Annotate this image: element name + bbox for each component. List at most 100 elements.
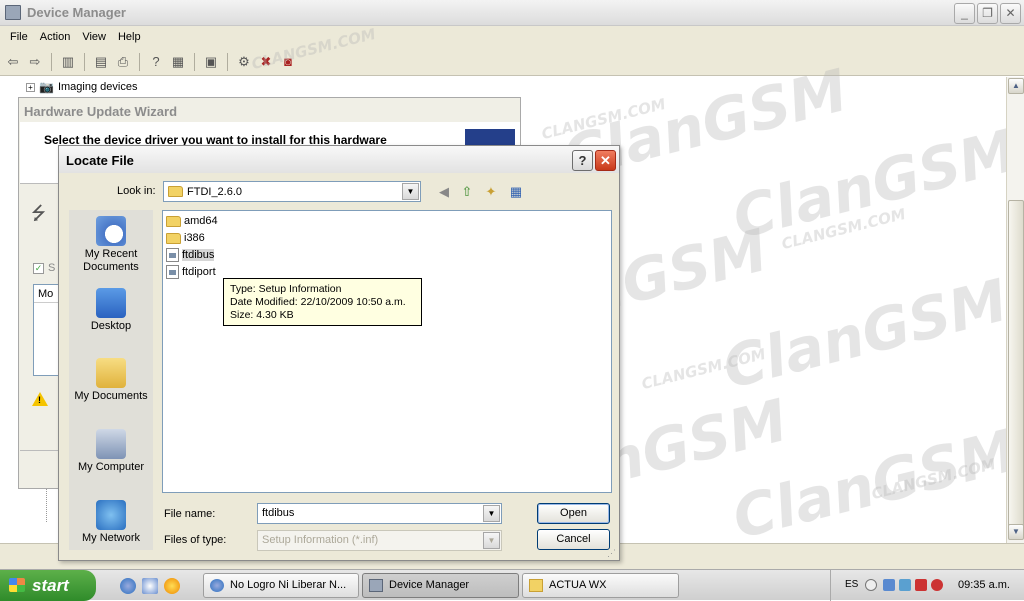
vertical-scrollbar[interactable]: ▲ ▼ [1006, 77, 1024, 543]
file-name: amd64 [184, 215, 218, 227]
place-label: My Network [81, 532, 141, 544]
minimize-button[interactable]: _ [954, 3, 975, 24]
my-network-icon [96, 500, 126, 530]
place-label: My Documents [74, 390, 148, 402]
media-player-icon[interactable] [164, 578, 180, 594]
locate-file-dialog[interactable]: Locate File ? ✕ Look in: FTDI_2.6.0 ▼ ◀ … [58, 145, 620, 561]
security-alert-icon[interactable] [915, 579, 927, 591]
taskbar-item-device-manager[interactable]: Device Manager [362, 573, 519, 598]
internet-explorer-icon [210, 579, 224, 592]
chevron-down-icon[interactable]: ▼ [483, 532, 500, 549]
place-my-network[interactable]: My Network [69, 500, 153, 545]
folder-icon [166, 215, 181, 227]
view-icon[interactable]: ▦ [169, 54, 187, 70]
restore-button[interactable]: ❐ [977, 3, 998, 24]
new-folder-icon[interactable]: ✦ [482, 183, 500, 201]
disable-icon[interactable]: ◙ [279, 54, 297, 70]
clock[interactable]: 09:35 a.m. [958, 579, 1010, 591]
file-item-ftdibus[interactable]: ftdibus [166, 247, 216, 263]
taskbar-item-browser[interactable]: No Logro Ni Liberar N... [203, 573, 359, 598]
help-icon[interactable]: ? [147, 54, 165, 70]
menu-file[interactable]: File [4, 31, 34, 43]
file-list[interactable]: amd64 i386 ftdibus ftdiport [162, 210, 612, 493]
scroll-thumb[interactable] [1008, 200, 1024, 536]
scroll-down-icon[interactable]: ▼ [1008, 524, 1024, 540]
show-compatible-checkbox[interactable]: ✓ [33, 263, 44, 274]
show-desktop-icon[interactable] [142, 578, 158, 594]
checkbox-label: S [48, 262, 56, 274]
console-tree-icon[interactable]: ▥ [59, 54, 77, 70]
place-my-documents[interactable]: My Documents [69, 358, 153, 403]
start-button[interactable]: start [0, 570, 96, 601]
file-name-input[interactable]: ftdibus ▼ [257, 503, 502, 524]
files-of-type-dropdown[interactable]: Setup Information (*.inf) ▼ [257, 530, 502, 551]
toolbar-separator [139, 52, 140, 71]
device-manager-icon [5, 5, 21, 20]
usb-icon: ⭍ [31, 203, 46, 223]
help-button[interactable]: ? [572, 150, 593, 171]
menu-bar: File Action View Help [0, 26, 1024, 48]
dialog-close-button[interactable]: ✕ [595, 150, 616, 171]
window-controls: _ ❐ ✕ [954, 3, 1021, 24]
menu-view[interactable]: View [76, 31, 112, 43]
resize-grip-icon[interactable]: ⋰ [607, 548, 616, 559]
update-driver-icon[interactable]: ⚙ [235, 54, 253, 70]
task-label: No Logro Ni Liberar N... [230, 579, 347, 591]
show-hidden-icons-icon[interactable] [865, 579, 877, 591]
dialog-titlebar[interactable]: Locate File ? ✕ [59, 146, 619, 173]
antivirus-icon[interactable] [931, 579, 943, 591]
forward-icon[interactable]: ⇨ [26, 54, 44, 70]
open-button[interactable]: Open [537, 503, 610, 524]
up-folder-icon[interactable]: ⇧ [458, 183, 476, 201]
view-menu-icon[interactable]: ▦ [507, 183, 525, 201]
cancel-button[interactable]: Cancel [537, 529, 610, 550]
file-item-ftdiport[interactable]: ftdiport [166, 264, 218, 280]
place-my-computer[interactable]: My Computer [69, 429, 153, 474]
folder-icon [529, 579, 543, 592]
menu-action[interactable]: Action [34, 31, 77, 43]
wizard-title: Hardware Update Wizard [24, 104, 178, 119]
chevron-down-icon[interactable]: ▼ [402, 183, 419, 200]
language-indicator[interactable]: ES [845, 579, 858, 590]
system-tray: ES 09:35 a.m. [830, 570, 1024, 601]
toolbar-separator [194, 52, 195, 71]
camera-icon: 📷 [39, 80, 54, 94]
file-name-label: File name: [164, 508, 216, 520]
file-item-amd64[interactable]: amd64 [166, 213, 220, 229]
toolbar-separator [227, 52, 228, 71]
uninstall-icon[interactable]: ✖ [257, 54, 275, 70]
tree-expand-icon[interactable]: + [26, 82, 35, 92]
warning-icon: ! [32, 392, 48, 406]
look-in-value: FTDI_2.6.0 [187, 185, 243, 198]
folder-icon [166, 232, 181, 244]
network-icon[interactable] [883, 579, 895, 591]
folder-icon [168, 186, 183, 197]
tree-node-imaging-devices[interactable]: + 📷 Imaging devices [26, 80, 137, 94]
back-icon[interactable]: ⇦ [4, 54, 22, 70]
properties-icon[interactable]: ▤ [92, 54, 110, 70]
file-name: i386 [184, 232, 205, 244]
menu-help[interactable]: Help [112, 31, 147, 43]
device-manager-titlebar[interactable]: Device Manager _ ❐ ✕ [0, 0, 1024, 26]
look-in-dropdown[interactable]: FTDI_2.6.0 ▼ [163, 181, 421, 202]
back-icon[interactable]: ◀ [435, 183, 453, 201]
place-desktop[interactable]: Desktop [69, 288, 153, 333]
device-manager-icon [369, 579, 383, 592]
chevron-down-icon[interactable]: ▼ [483, 505, 500, 522]
scroll-up-icon[interactable]: ▲ [1008, 78, 1024, 94]
my-documents-icon [96, 358, 126, 388]
desktop-icon [96, 288, 126, 318]
scan-hardware-icon[interactable]: ▣ [202, 54, 220, 70]
file-info-tooltip: Type: Setup Information Date Modified: 2… [223, 278, 422, 326]
print-icon[interactable]: ⎙ [114, 54, 132, 70]
file-item-i386[interactable]: i386 [166, 230, 207, 246]
tooltip-date-modified: Date Modified: 22/10/2009 10:50 a.m. [230, 296, 406, 308]
setup-information-icon [166, 265, 179, 279]
close-button[interactable]: ✕ [1000, 3, 1021, 24]
file-name: ftdiport [182, 266, 216, 278]
internet-explorer-icon[interactable] [120, 578, 136, 594]
place-my-recent-documents[interactable]: My Recent Documents [69, 216, 153, 274]
taskbar-item-folder[interactable]: ACTUA WX [522, 573, 679, 598]
recent-documents-icon [96, 216, 126, 246]
safely-remove-hardware-icon[interactable] [899, 579, 911, 591]
